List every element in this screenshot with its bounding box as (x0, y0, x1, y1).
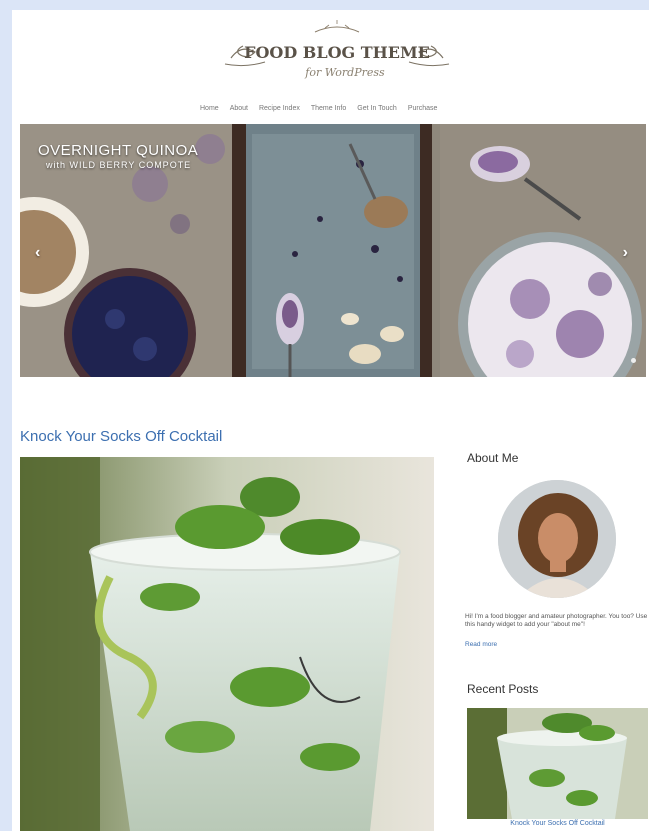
avatar (498, 480, 616, 598)
post-featured-image[interactable] (20, 457, 434, 831)
logo-subtitle: for WordPress (304, 66, 385, 79)
recent-post-link[interactable]: Knock Your Socks Off Cocktail (467, 820, 648, 827)
slide-title: OVERNIGHT QUINOA (38, 142, 199, 159)
about-me-heading: About Me (467, 451, 519, 465)
slider-prev-arrow[interactable]: ‹ (35, 244, 40, 262)
main-nav: Home About Recipe Index Theme Info Get I… (200, 105, 437, 112)
recent-post-thumbnail[interactable] (467, 708, 648, 819)
nav-get-in-touch[interactable]: Get In Touch (357, 105, 397, 112)
nav-theme-info[interactable]: Theme Info (311, 105, 346, 112)
page: FOOD BLOG THEME for WordPress Home About… (12, 10, 649, 831)
slider-pagination-dot[interactable] (631, 358, 636, 363)
nav-recipe-index[interactable]: Recipe Index (259, 105, 300, 112)
post-title[interactable]: Knock Your Socks Off Cocktail (20, 428, 222, 445)
about-me-text: Hi! I'm a food blogger and amateur photo… (465, 613, 648, 628)
nav-home[interactable]: Home (200, 105, 219, 112)
site-logo[interactable]: FOOD BLOG THEME for WordPress (217, 18, 457, 90)
featured-slider[interactable]: OVERNIGHT QUINOA with WILD BERRY COMPOTE… (20, 124, 646, 377)
nav-purchase[interactable]: Purchase (408, 105, 438, 112)
logo-title: FOOD BLOG THEME (244, 43, 430, 62)
slider-next-arrow[interactable]: › (623, 244, 628, 262)
read-more-link[interactable]: Read more (465, 641, 497, 648)
nav-about[interactable]: About (230, 105, 248, 112)
slide-subtitle: with WILD BERRY COMPOTE (46, 160, 192, 170)
recent-posts-heading: Recent Posts (467, 682, 539, 696)
